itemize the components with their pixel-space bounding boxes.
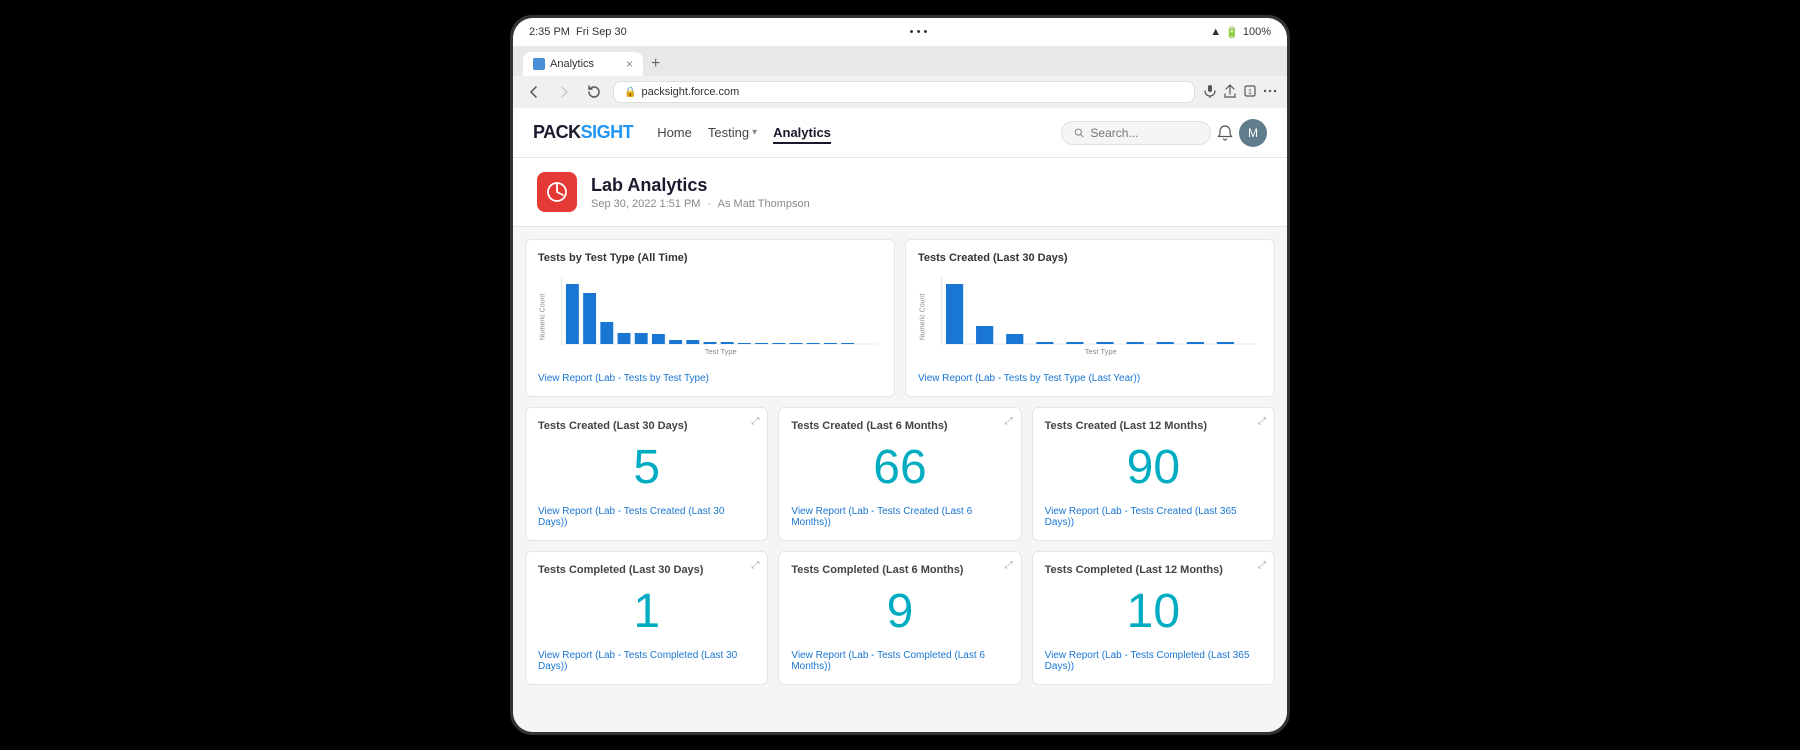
more-btn[interactable] — [1263, 84, 1277, 101]
metric-card-5: ⤢ Tests Completed (Last 6 Months) 9 View… — [778, 551, 1021, 685]
browser-chrome: Analytics × + 🔒 packsight.force.co — [513, 46, 1287, 108]
metric-card-1: ⤢ Tests Created (Last 30 Days) 5 View Re… — [525, 407, 768, 541]
logo-sight: SIGHT — [581, 122, 634, 142]
metric-value-5: 9 — [791, 580, 1008, 644]
battery-icon: 🔋 — [1225, 26, 1239, 39]
charts-row: Tests by Test Type (All Time) Numeric Co… — [513, 239, 1287, 397]
status-time: 2:35 PM — [529, 26, 570, 38]
tab-close-btn[interactable]: × — [626, 57, 633, 71]
battery-percent: 100% — [1243, 26, 1271, 38]
svg-text:Test Type: Test Type — [1085, 347, 1117, 356]
refresh-btn[interactable] — [583, 81, 605, 103]
svg-text:Test Type: Test Type — [705, 347, 737, 356]
nav-testing[interactable]: Testing ▾ — [708, 121, 757, 144]
mic-btn[interactable] — [1203, 84, 1217, 101]
metric-expand-4[interactable]: ⤢ — [751, 560, 759, 571]
app-nav: PACKSIGHT Home Testing ▾ Analytics — [513, 108, 1287, 158]
chart-link-1[interactable]: View Report (Lab - Tests by Test Type) — [538, 373, 882, 384]
bell-icon[interactable] — [1211, 119, 1239, 147]
metric-link-3[interactable]: View Report (Lab - Tests Created (Last 3… — [1045, 506, 1262, 528]
svg-text:Numeric Count: Numeric Count — [538, 294, 547, 341]
chart-card-2: Tests Created (Last 30 Days) Numeric Cou… — [905, 239, 1275, 397]
url-text: packsight.force.com — [641, 86, 739, 98]
page-header-info: Lab Analytics Sep 30, 2022 1:51 PM · As … — [591, 175, 810, 210]
tablet-screen: 2:35 PM Fri Sep 30 • • • ▲ 🔋 100% Analyt… — [513, 18, 1287, 732]
metric-expand-6[interactable]: ⤢ — [1258, 560, 1266, 571]
tab-favicon — [533, 58, 545, 70]
metric-link-5[interactable]: View Report (Lab - Tests Completed (Last… — [791, 650, 1008, 672]
metric-link-1[interactable]: View Report (Lab - Tests Created (Last 3… — [538, 506, 755, 528]
chevron-down-icon: ▾ — [752, 127, 757, 138]
forward-btn[interactable] — [553, 81, 575, 103]
lock-icon: 🔒 — [624, 87, 636, 98]
chart-title-1: Tests by Test Type (All Time) — [538, 252, 882, 264]
chart-svg-1: Numeric Count — [538, 272, 882, 362]
tab-bar: Analytics × + — [513, 46, 1287, 76]
subtitle-date: Sep 30, 2022 1:51 PM — [591, 198, 700, 210]
url-bar[interactable]: 🔒 packsight.force.com — [613, 81, 1195, 103]
nav-home[interactable]: Home — [657, 121, 692, 144]
metric-link-6[interactable]: View Report (Lab - Tests Completed (Last… — [1045, 650, 1262, 672]
metric-value-3: 90 — [1045, 436, 1262, 500]
metric-title-1: Tests Created (Last 30 Days) — [538, 420, 755, 432]
metric-value-1: 5 — [538, 436, 755, 500]
subtitle-user: As Matt Thompson — [718, 198, 810, 210]
chart-link-2[interactable]: View Report (Lab - Tests by Test Type (L… — [918, 373, 1262, 384]
page-subtitle: Sep 30, 2022 1:51 PM · As Matt Thompson — [591, 198, 810, 210]
wifi-icon: ▲ — [1210, 26, 1221, 38]
metric-title-3: Tests Created (Last 12 Months) — [1045, 420, 1262, 432]
metric-title-4: Tests Completed (Last 30 Days) — [538, 564, 755, 576]
tablet-frame: 2:35 PM Fri Sep 30 • • • ▲ 🔋 100% Analyt… — [510, 15, 1290, 735]
address-bar: 🔒 packsight.force.com 1 — [513, 76, 1287, 108]
metric-value-4: 1 — [538, 580, 755, 644]
metric-title-2: Tests Created (Last 6 Months) — [791, 420, 1008, 432]
metrics-row-2: ⤢ Tests Completed (Last 30 Days) 1 View … — [513, 551, 1287, 685]
nav-links: Home Testing ▾ Analytics — [657, 121, 1061, 144]
svg-text:Numeric Count: Numeric Count — [918, 294, 927, 341]
search-icon — [1074, 127, 1084, 139]
app-content: PACKSIGHT Home Testing ▾ Analytics — [513, 108, 1287, 732]
status-bar: 2:35 PM Fri Sep 30 • • • ▲ 🔋 100% — [513, 18, 1287, 46]
share-btn[interactable] — [1223, 84, 1237, 101]
back-btn[interactable] — [523, 81, 545, 103]
chart-title-2: Tests Created (Last 30 Days) — [918, 252, 1262, 264]
logo-pack: PACK — [533, 122, 581, 142]
svg-text:1: 1 — [1248, 89, 1252, 96]
status-date: Fri Sep 30 — [576, 26, 627, 38]
page-header-icon — [537, 172, 577, 212]
metrics-row-1: ⤢ Tests Created (Last 30 Days) 5 View Re… — [513, 407, 1287, 541]
nav-search[interactable] — [1061, 121, 1211, 145]
chart-card-1: Tests by Test Type (All Time) Numeric Co… — [525, 239, 895, 397]
tabs-btn[interactable]: 1 — [1243, 84, 1257, 101]
metric-card-6: ⤢ Tests Completed (Last 12 Months) 10 Vi… — [1032, 551, 1275, 685]
new-tab-btn[interactable]: + — [647, 55, 664, 73]
metric-value-2: 66 — [791, 436, 1008, 500]
metric-expand-1[interactable]: ⤢ — [751, 416, 759, 427]
metric-expand-3[interactable]: ⤢ — [1258, 416, 1266, 427]
subtitle-dot: · — [708, 198, 712, 210]
metric-card-4: ⤢ Tests Completed (Last 30 Days) 1 View … — [525, 551, 768, 685]
metric-card-2: ⤢ Tests Created (Last 6 Months) 66 View … — [778, 407, 1021, 541]
metric-expand-2[interactable]: ⤢ — [1005, 416, 1013, 427]
metric-expand-5[interactable]: ⤢ — [1005, 560, 1013, 571]
app-logo: PACKSIGHT — [533, 122, 633, 143]
nav-analytics[interactable]: Analytics — [773, 121, 831, 144]
chart-svg-2: Numeric Count — [918, 272, 1262, 362]
avatar[interactable]: M — [1239, 119, 1267, 147]
tab-title: Analytics — [550, 58, 594, 70]
browser-tab[interactable]: Analytics × — [523, 52, 643, 76]
metric-link-2[interactable]: View Report (Lab - Tests Created (Last 6… — [791, 506, 1008, 528]
page-title: Lab Analytics — [591, 175, 810, 196]
metric-link-4[interactable]: View Report (Lab - Tests Completed (Last… — [538, 650, 755, 672]
metric-title-5: Tests Completed (Last 6 Months) — [791, 564, 1008, 576]
metric-card-3: ⤢ Tests Created (Last 12 Months) 90 View… — [1032, 407, 1275, 541]
page-content: Lab Analytics Sep 30, 2022 1:51 PM · As … — [513, 158, 1287, 732]
search-input[interactable] — [1090, 126, 1198, 140]
metric-title-6: Tests Completed (Last 12 Months) — [1045, 564, 1262, 576]
metric-value-6: 10 — [1045, 580, 1262, 644]
page-header: Lab Analytics Sep 30, 2022 1:51 PM · As … — [513, 158, 1287, 227]
status-dots: • • • — [910, 26, 928, 38]
